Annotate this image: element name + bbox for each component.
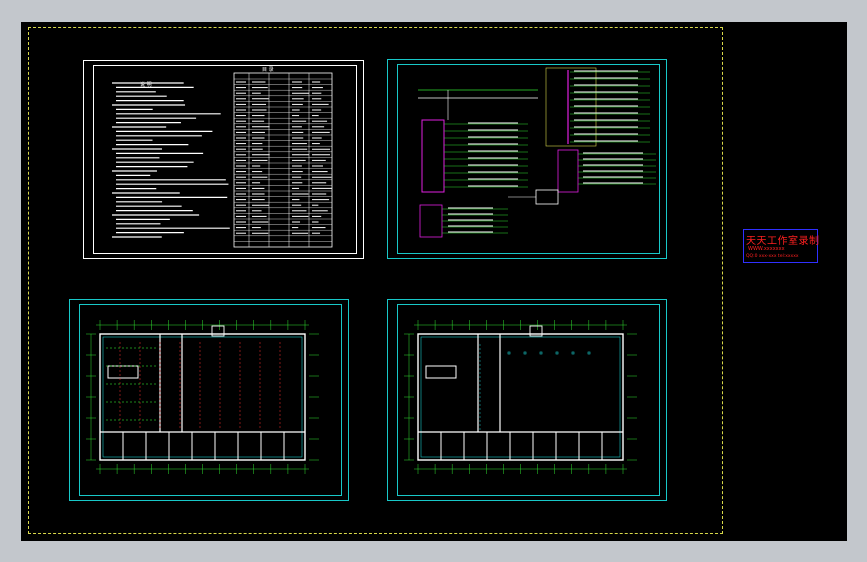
studio-stamp: 天天工作室录制 WWW.xxxxxxx QQ:0 xxx-xxx tel:xxx… — [743, 229, 820, 263]
sheet-floor-plan-power[interactable] — [387, 299, 667, 501]
plan1-lines — [86, 320, 319, 474]
index-table-grid — [233, 72, 333, 248]
system-diagram-drawing — [418, 67, 656, 238]
plan2-lines — [404, 320, 637, 474]
notes-index-drawing — [112, 72, 333, 248]
system-diagram-lines — [418, 67, 656, 238]
notes-text-lines — [112, 82, 230, 238]
floor-plan-lighting-drawing — [86, 320, 319, 474]
floor-plan-power-drawing — [404, 320, 637, 474]
stamp-contact: QQ:0 xxx-xxx tel:xxxxx — [746, 254, 799, 259]
cad-model-viewport[interactable]: 说 明 目 录 — [21, 22, 847, 541]
sheet-system-diagram[interactable] — [387, 59, 667, 259]
sheet-floor-plan-lighting[interactable] — [69, 299, 349, 501]
sheet-notes-index[interactable]: 说 明 目 录 — [83, 60, 364, 259]
stamp-website: WWW.xxxxxxx — [748, 246, 785, 252]
stamp-title: 天天工作室录制 — [746, 236, 820, 247]
